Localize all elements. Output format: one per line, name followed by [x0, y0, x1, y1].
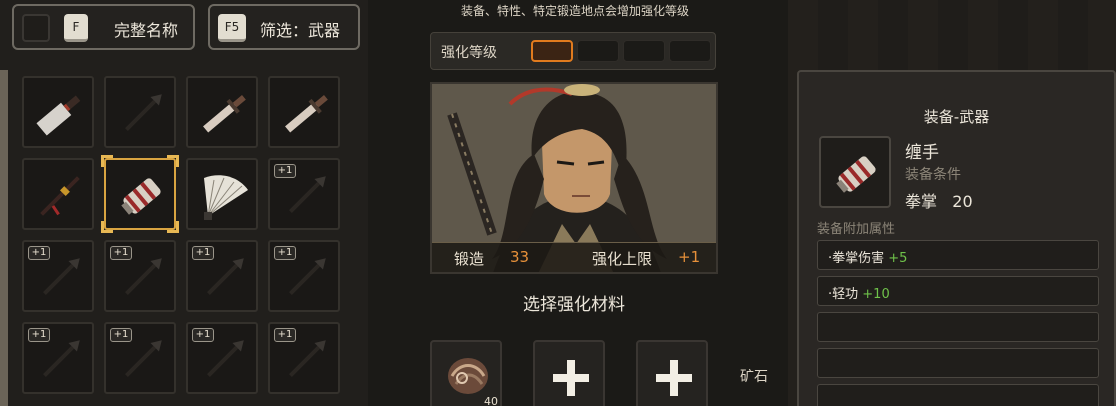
item-category: 装备-武器	[923, 108, 990, 126]
inventory-slot[interactable]: +1	[104, 240, 176, 312]
enhance-level-label: 强化等级	[441, 45, 497, 61]
item-condition-label: 装备条件	[905, 167, 961, 183]
dagger-icon	[203, 94, 246, 133]
requirement-value: 20	[952, 192, 973, 211]
enhance-badge: +1	[192, 246, 214, 260]
fan-icon	[204, 175, 248, 220]
attr-row: ·拳掌伤害 +5	[817, 240, 1099, 270]
enhance-cap-value: +1	[678, 248, 701, 266]
enhance-level-bar: 强化等级	[430, 32, 716, 70]
inventory-slot[interactable]: +1	[104, 322, 176, 394]
attr-value: +5	[888, 251, 908, 266]
inventory-slot[interactable]: +1	[268, 322, 340, 394]
enhance-badge: +1	[274, 164, 296, 178]
plus-icon	[553, 360, 589, 396]
item-detail-panel: 装备-武器 缠手 装备条件 拳掌 20 装备附加属性 ·拳掌伤害 +5 ·轻功 …	[797, 70, 1116, 406]
inventory-slot[interactable]	[186, 76, 258, 148]
attr-row: ·轻功 +10	[817, 276, 1099, 306]
inventory-slot[interactable]	[22, 158, 94, 230]
fullname-label: 完整名称	[114, 21, 179, 40]
enhance-badge: +1	[28, 246, 50, 260]
forge-hint: 装备、特性、特定锻造地点会增加强化等级	[460, 4, 689, 18]
inventory-slot[interactable]	[268, 76, 340, 148]
cleaver-icon	[36, 95, 81, 136]
enhance-level-pip	[531, 40, 573, 62]
filter-label: 筛选：武器	[260, 21, 341, 40]
fullname-checkbox[interactable]	[22, 14, 50, 42]
key-hint-f5: F5	[218, 14, 246, 42]
staff-icon	[40, 176, 80, 216]
select-material-title: 选择强化材料	[523, 295, 625, 315]
inventory-slot-selected[interactable]	[101, 155, 179, 233]
inventory-slot[interactable]: +1	[22, 240, 94, 312]
spear-icon	[125, 94, 162, 131]
enhance-badge: +1	[274, 328, 296, 342]
ore-label: 矿石	[740, 369, 768, 385]
attr-row-empty	[817, 312, 1099, 342]
filter-button[interactable]: F5 筛选：武器	[208, 4, 360, 50]
forging-value: 33	[510, 248, 530, 266]
inventory-slot[interactable]: +1	[22, 322, 94, 394]
enhance-level-pip	[623, 40, 665, 62]
material-count: 40	[484, 395, 498, 406]
requirement-name: 拳掌	[905, 192, 938, 211]
material-slot-add-2[interactable]	[636, 340, 708, 406]
portrait-stats-bar: 锻造 33 强化上限 +1	[432, 242, 716, 272]
enhance-level-pip	[669, 40, 711, 62]
enhance-badge: +1	[192, 328, 214, 342]
inventory-slot[interactable]: +1	[268, 240, 340, 312]
selection-corner	[167, 155, 179, 167]
material-slot-add-1[interactable]	[533, 340, 605, 406]
selection-corner	[167, 221, 179, 233]
inventory-slot[interactable]	[22, 76, 94, 148]
fullname-toggle-button[interactable]: F 完整名称	[12, 4, 195, 50]
material-slot-ore[interactable]: 40	[430, 340, 502, 406]
enhance-badge: +1	[274, 246, 296, 260]
item-name: 缠手	[905, 143, 939, 163]
inventory-slot[interactable]: +1	[268, 158, 340, 230]
key-hint-f: F	[64, 14, 88, 42]
inventory-slot[interactable]	[104, 76, 176, 148]
attr-name: ·轻功	[828, 287, 859, 302]
attr-name: ·拳掌伤害	[828, 251, 885, 266]
attr-value: +10	[862, 287, 890, 302]
enhance-level-pip	[577, 40, 619, 62]
enhance-badge: +1	[110, 328, 132, 342]
attr-title: 装备附加属性	[817, 222, 896, 237]
hand-wrap-icon	[121, 178, 161, 215]
plus-icon	[656, 360, 692, 396]
enhance-cap-label: 强化上限	[592, 250, 653, 268]
forging-label: 锻造	[454, 250, 485, 268]
inventory-slot[interactable]: +1	[186, 240, 258, 312]
inventory-slot[interactable]	[186, 158, 258, 230]
hand-wrap-icon	[836, 156, 876, 193]
inventory-slot[interactable]: +1	[186, 322, 258, 394]
attr-row-empty	[817, 348, 1099, 378]
item-requirement: 拳掌 20	[905, 188, 973, 212]
selection-corner	[101, 221, 113, 233]
character-portrait: 锻造 33 强化上限 +1	[430, 82, 718, 274]
dagger-icon	[285, 94, 328, 133]
item-icon-frame	[819, 136, 891, 208]
attr-row-empty	[817, 384, 1099, 406]
enhance-badge: +1	[110, 246, 132, 260]
selection-corner	[101, 155, 113, 167]
enhance-badge: +1	[28, 328, 50, 342]
